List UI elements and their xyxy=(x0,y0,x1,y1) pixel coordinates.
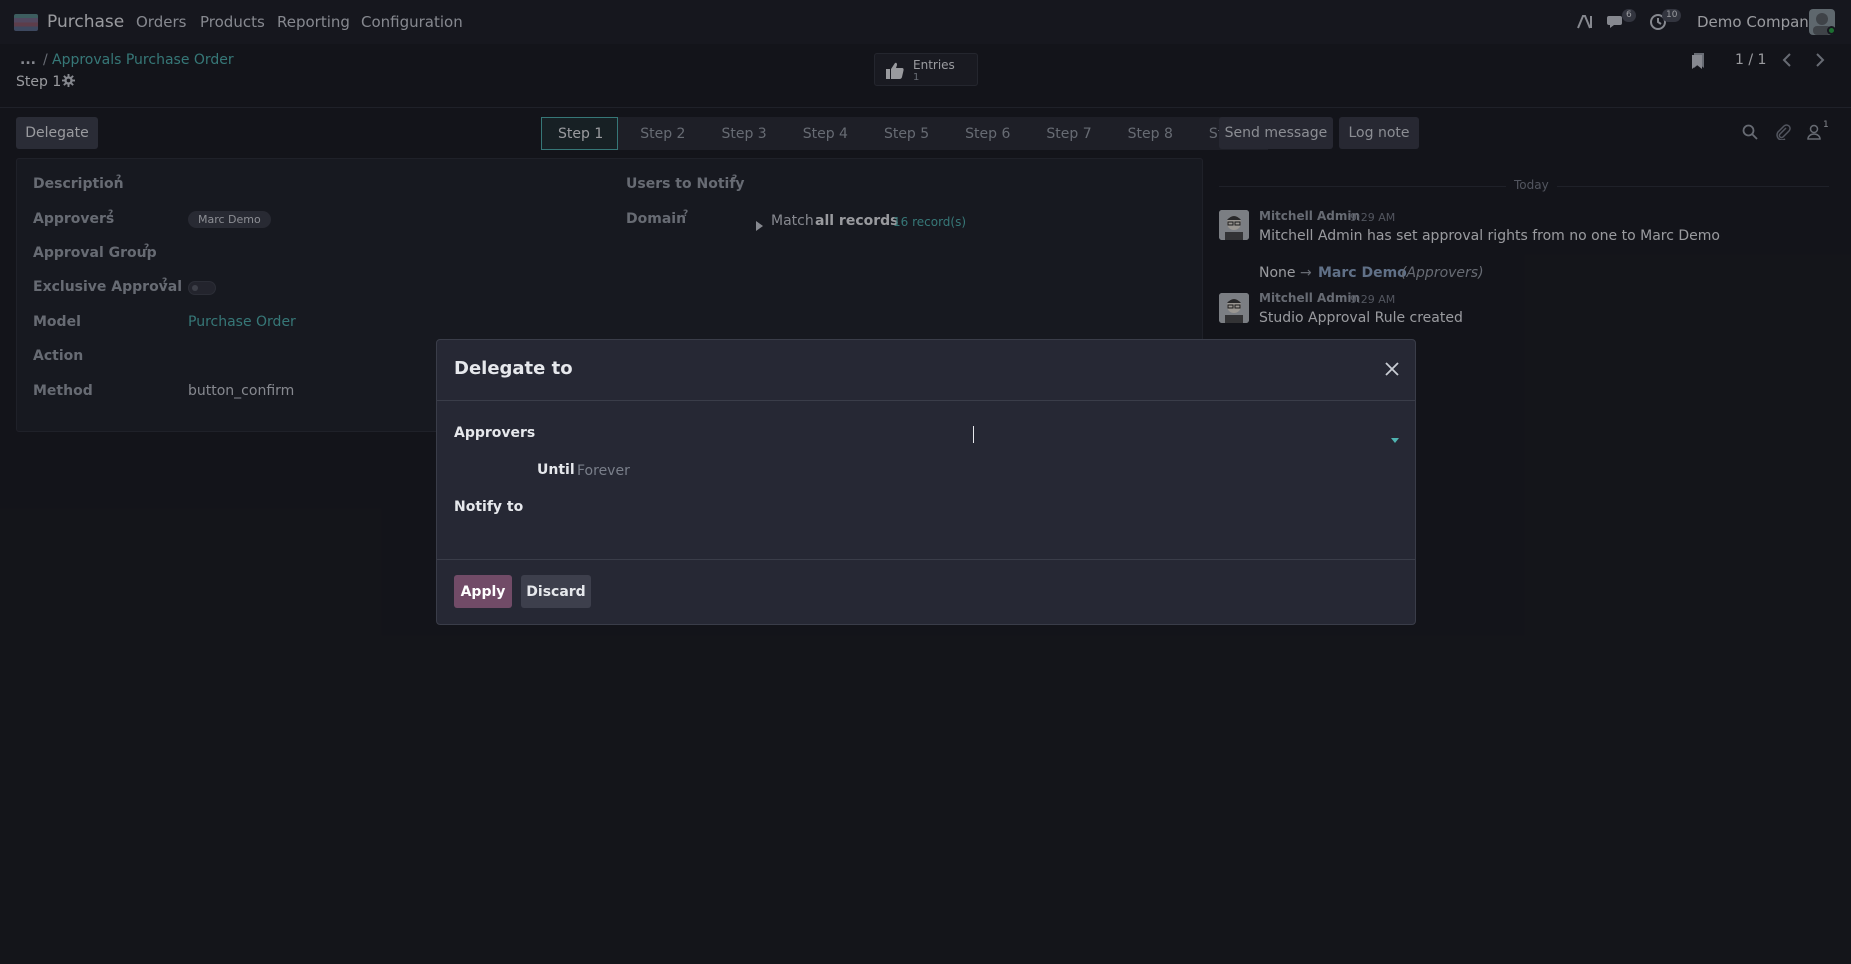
dialog-footer: Apply Discard xyxy=(437,559,1415,626)
until-label: Until xyxy=(537,462,575,478)
notify-to-label: Notify to xyxy=(454,499,524,515)
chevron-down-icon[interactable] xyxy=(1391,438,1399,443)
dialog-title: Delegate to xyxy=(454,358,573,379)
dialog-header: Delegate to xyxy=(437,340,1415,401)
approvers-input[interactable] xyxy=(973,426,974,443)
until-input[interactable]: Forever xyxy=(577,463,630,479)
approvers-field-label: Approvers xyxy=(454,425,536,441)
delegate-dialog: Delegate to Approvers Until Forever Noti… xyxy=(436,339,1416,625)
close-icon[interactable] xyxy=(1381,358,1403,380)
discard-button[interactable]: Discard xyxy=(521,575,591,608)
apply-button[interactable]: Apply xyxy=(454,575,512,608)
